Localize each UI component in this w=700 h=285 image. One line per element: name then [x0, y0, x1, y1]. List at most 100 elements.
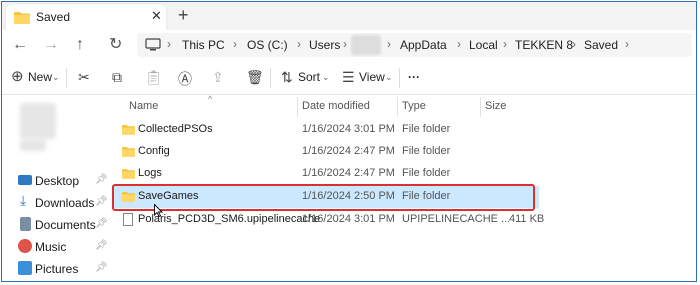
view-button[interactable]: View	[359, 70, 385, 84]
cut-icon[interactable]: ✂	[78, 69, 90, 86]
sidebar-item-desktop[interactable]: Desktop 📌︎	[2, 170, 112, 192]
view-icon: ☰	[342, 69, 355, 85]
sidebar-item-label: Pictures	[35, 262, 79, 276]
rename-icon[interactable]: Ⓐ	[178, 69, 192, 89]
file-name: Polaris_PCD3D_SM6.upipelinecache	[138, 213, 321, 225]
copy-icon[interactable]: ⧉	[112, 69, 122, 86]
list-item-collectedpsos[interactable]: CollectedPSOs 1/16/2024 3:01 PM File fol…	[114, 119, 539, 141]
breadcrumb-appdata[interactable]: AppData	[400, 38, 447, 52]
download-icon: ⤓	[20, 192, 27, 208]
chevron-right-icon: ›	[457, 37, 461, 51]
up-icon[interactable]: ↑	[76, 36, 84, 54]
file-name: Config	[138, 145, 170, 157]
navigation-bar: ← → ↑ ↻ › This PC › OS (C:) › Users › › …	[2, 30, 696, 62]
file-type: File folder	[402, 145, 451, 157]
file-type: UPIPELINECACHE ...	[402, 213, 511, 225]
chevron-right-icon: ›	[625, 37, 629, 51]
redacted-item	[20, 103, 56, 139]
chevron-right-icon: ›	[387, 37, 391, 51]
pin-icon: 📌︎	[95, 196, 108, 207]
chevron-right-icon: ›	[297, 37, 301, 51]
breadcrumb-os-c[interactable]: OS (C:)	[247, 38, 288, 52]
column-divider[interactable]	[297, 97, 298, 117]
file-name: CollectedPSOs	[138, 123, 213, 135]
file-date: 1/16/2024 3:01 PM	[302, 213, 395, 225]
document-icon	[20, 217, 31, 231]
address-bar[interactable]: › This PC › OS (C:) › Users › › AppData …	[137, 33, 692, 57]
share-icon[interactable]: ⇪	[212, 69, 224, 86]
tab-label: Saved	[36, 10, 71, 24]
folder-icon	[14, 12, 30, 24]
pin-icon: 📌︎	[95, 240, 108, 251]
new-button[interactable]: New	[28, 70, 52, 84]
file-explorer-window: Saved ✕ + ← → ↑ ↻ › This PC › OS (C:) › …	[1, 1, 697, 282]
tab-saved[interactable]: Saved ✕	[6, 4, 166, 30]
sidebar-item-label: Downloads	[35, 196, 95, 210]
redacted-item	[20, 139, 46, 151]
navigation-pane: Desktop 📌︎ ⤓ Downloads 📌︎ Documents 📌︎ M…	[2, 95, 112, 281]
chevron-right-icon: ›	[167, 37, 171, 51]
chevron-down-icon[interactable]: ⌄	[322, 72, 330, 83]
chevron-down-icon[interactable]: ⌄	[385, 72, 393, 83]
file-name: Logs	[138, 167, 162, 179]
column-header-type[interactable]: Type	[402, 100, 426, 112]
column-header-size[interactable]: Size	[485, 100, 506, 112]
forward-icon[interactable]: →	[43, 36, 59, 54]
highlight-annotation	[112, 184, 535, 211]
folder-icon	[122, 147, 135, 157]
breadcrumb-local[interactable]: Local	[469, 38, 498, 52]
pin-icon: 📌︎	[95, 262, 108, 273]
toolbar-divider	[270, 68, 271, 88]
delete-icon[interactable]: 🗑︎	[246, 69, 264, 86]
folder-icon	[122, 125, 135, 135]
pin-icon: 📌︎	[95, 218, 108, 229]
title-bar: Saved ✕ +	[2, 2, 696, 30]
sidebar-item-pictures[interactable]: Pictures 📌︎	[2, 258, 112, 280]
desktop-icon	[18, 175, 32, 185]
mouse-cursor-icon	[154, 204, 163, 217]
chevron-right-icon: ›	[343, 37, 347, 51]
file-date: 1/16/2024 2:47 PM	[302, 145, 395, 157]
picture-icon	[18, 261, 32, 275]
chevron-right-icon: ›	[572, 37, 576, 51]
breadcrumb-users[interactable]: Users	[309, 38, 340, 52]
sidebar-item-music[interactable]: Music 📌︎	[2, 236, 112, 258]
paste-icon[interactable]: 📋︎	[145, 69, 163, 86]
list-item-polaris-cache[interactable]: Polaris_PCD3D_SM6.upipelinecache 1/16/20…	[114, 209, 544, 231]
toolbar-divider	[399, 68, 400, 88]
breadcrumb-saved[interactable]: Saved	[584, 38, 618, 52]
file-type: File folder	[402, 167, 451, 179]
command-bar: ⊕ New ⌄ ✂ ⧉ 📋︎ Ⓐ ⇪ 🗑︎ ⇅ Sort ⌄ ☰ View ⌄ …	[2, 62, 696, 95]
plus-circle-icon: ⊕	[11, 68, 24, 85]
monitor-icon	[145, 38, 161, 51]
list-item-logs[interactable]: Logs 1/16/2024 2:47 PM File folder	[114, 163, 539, 185]
refresh-icon[interactable]: ↻	[109, 36, 122, 54]
new-tab-button[interactable]: +	[178, 5, 189, 26]
folder-icon	[122, 169, 135, 179]
redacted-username[interactable]	[351, 35, 381, 55]
breadcrumb-this-pc[interactable]: This PC	[182, 38, 225, 52]
file-type: File folder	[402, 123, 451, 135]
sidebar-item-label: Desktop	[35, 174, 80, 188]
more-options-button[interactable]: ···	[408, 70, 420, 84]
toolbar-divider	[66, 68, 67, 88]
list-item-config[interactable]: Config 1/16/2024 2:47 PM File folder	[114, 141, 539, 163]
sidebar-item-downloads[interactable]: ⤓ Downloads 📌︎	[2, 192, 112, 214]
file-date: 1/16/2024 2:47 PM	[302, 167, 395, 179]
sort-button[interactable]: Sort	[298, 70, 320, 84]
column-divider[interactable]	[480, 97, 481, 117]
music-icon	[18, 239, 32, 253]
sidebar-item-documents[interactable]: Documents 📌︎	[2, 214, 112, 236]
column-header-name[interactable]: Name	[129, 100, 158, 112]
sort-icon: ⇅	[281, 69, 293, 85]
chevron-down-icon[interactable]: ⌄	[52, 72, 60, 83]
breadcrumb-tekken-8[interactable]: TEKKEN 8	[515, 38, 573, 52]
back-icon[interactable]: ←	[12, 36, 28, 54]
file-icon	[123, 213, 133, 226]
close-tab-icon[interactable]: ✕	[151, 8, 162, 24]
sidebar-item-label: Music	[35, 240, 67, 254]
column-divider[interactable]	[397, 97, 398, 117]
chevron-right-icon: ›	[233, 37, 237, 51]
column-header-date-modified[interactable]: Date modified	[302, 100, 370, 112]
pin-icon: 📌︎	[95, 174, 108, 185]
